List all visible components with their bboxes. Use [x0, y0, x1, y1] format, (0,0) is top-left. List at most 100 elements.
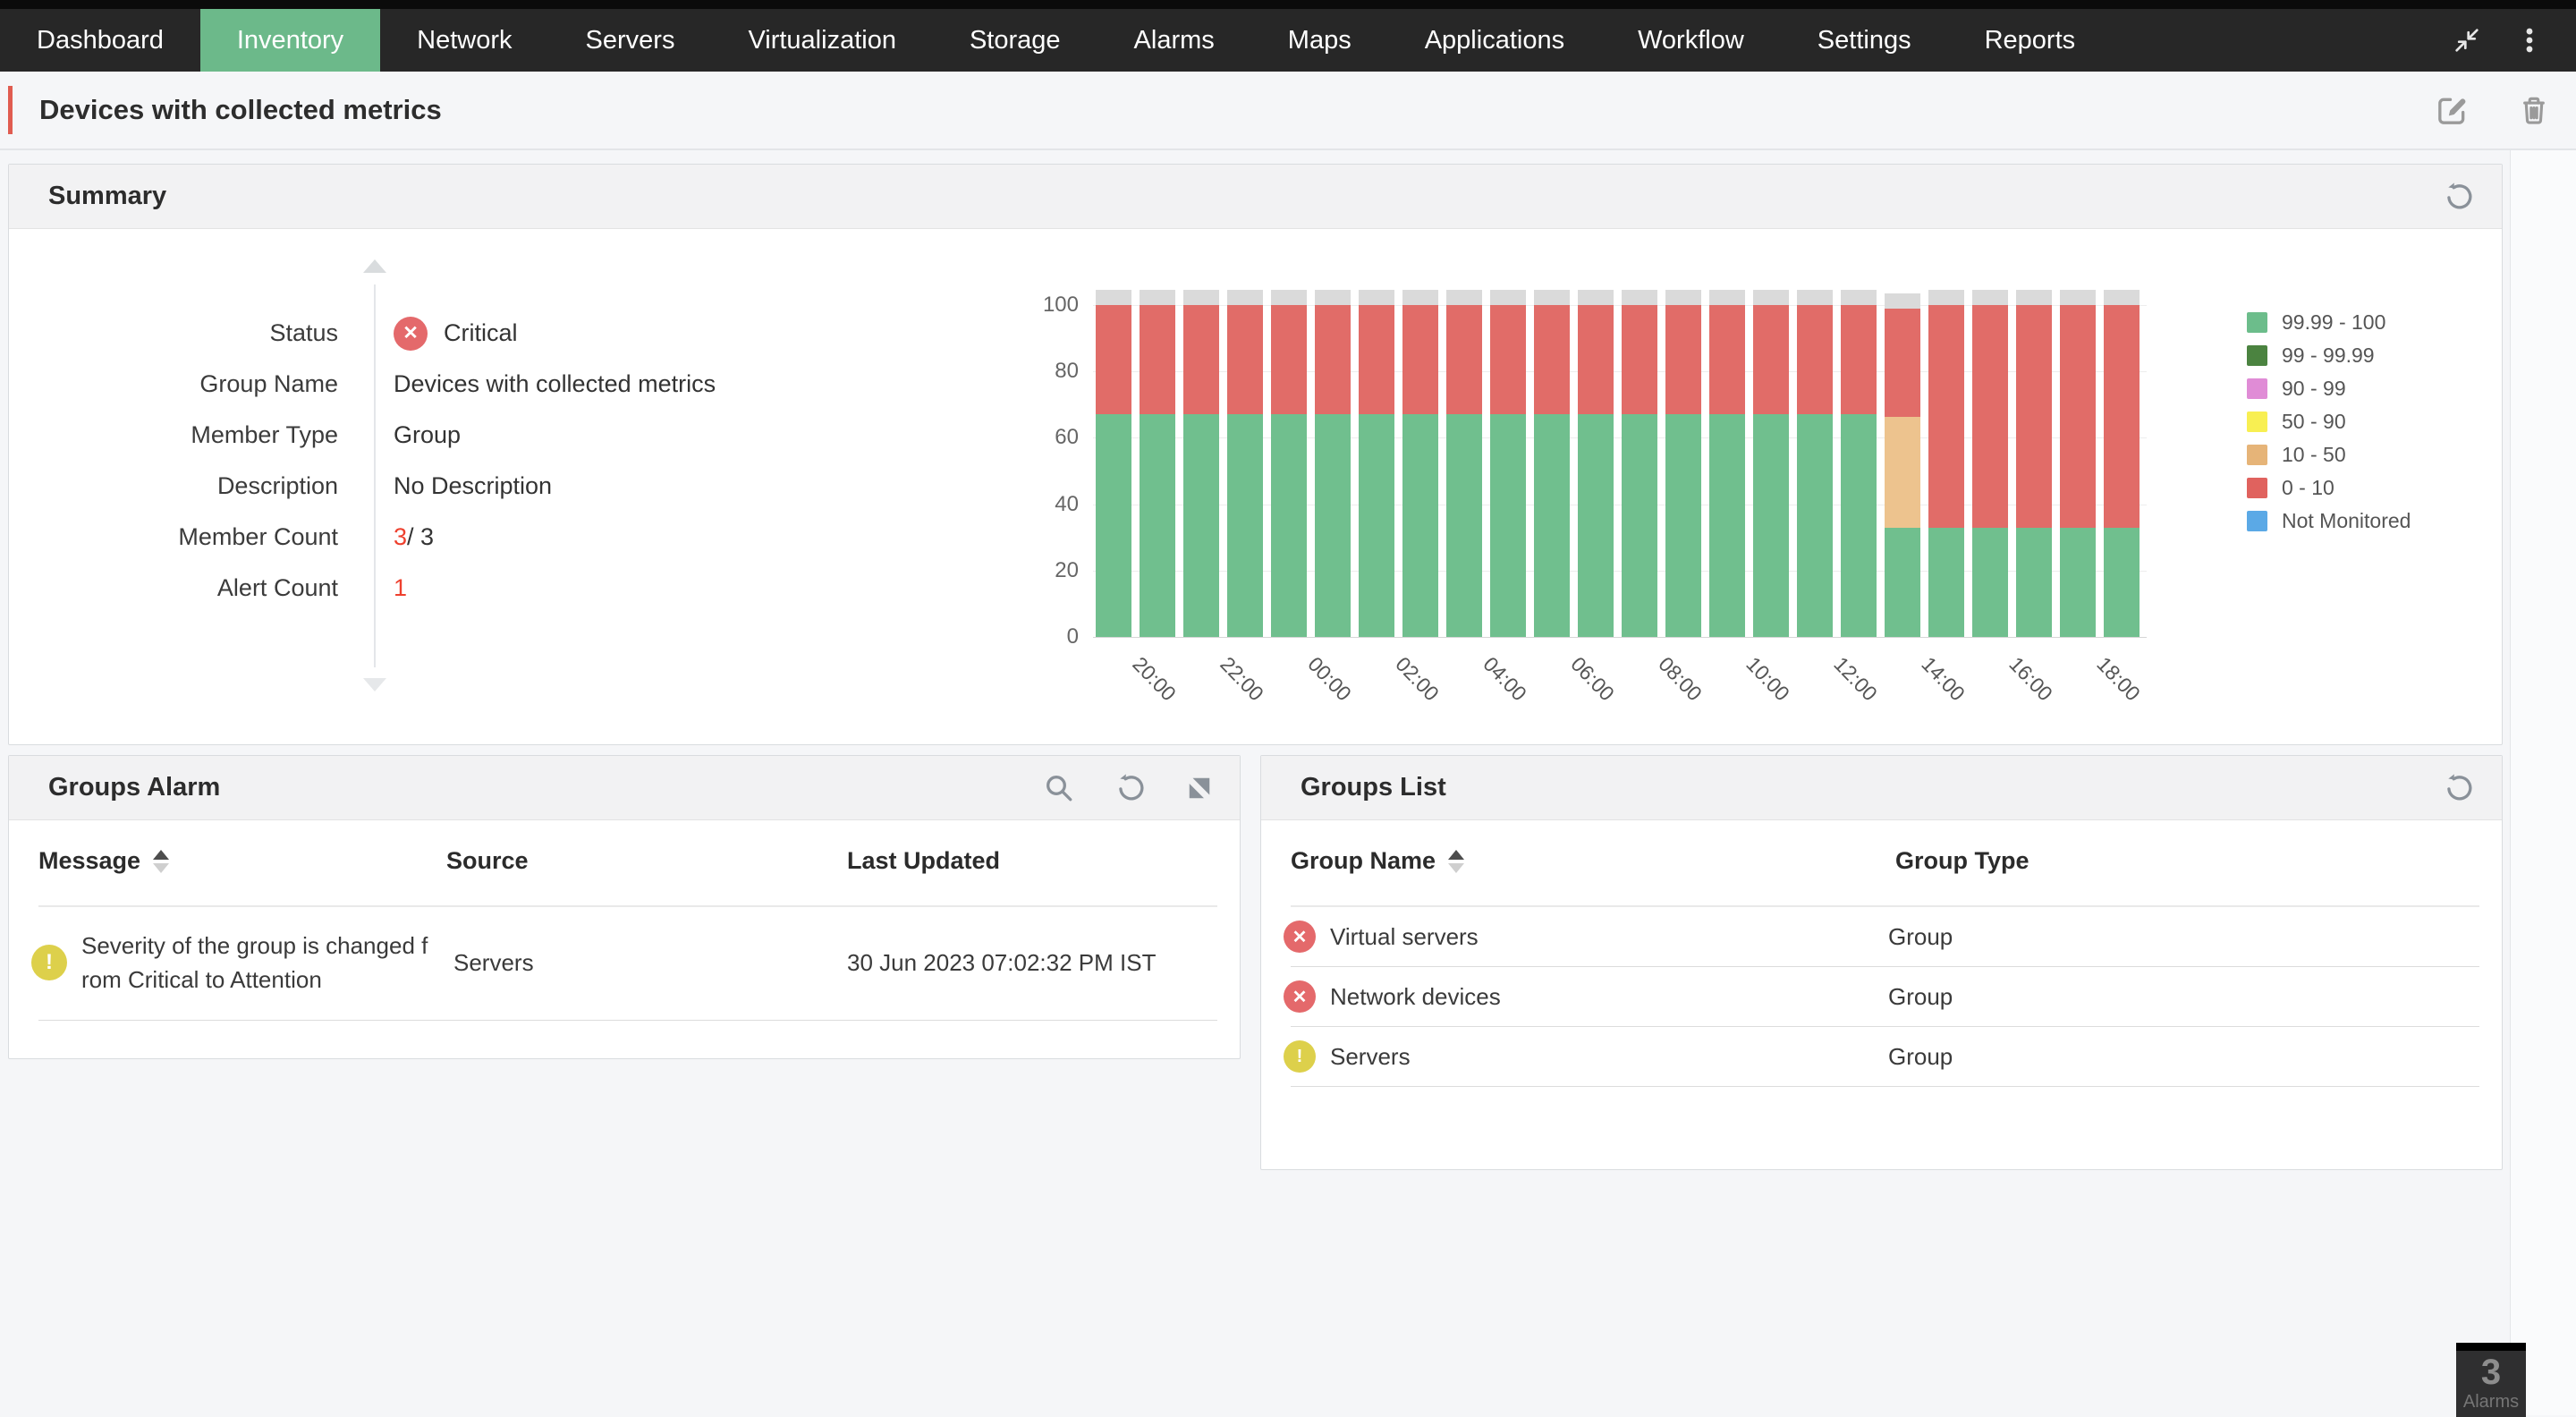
bottom-row: Groups Alarm — [8, 755, 2510, 1170]
groups-list-title: Groups List — [1301, 773, 1446, 802]
group-type: Group — [1888, 1043, 2502, 1071]
nav-tab-dashboard[interactable]: Dashboard — [0, 9, 200, 72]
x-tick-label: 08:00 — [1654, 652, 1707, 706]
content-area: Summary — [0, 150, 2576, 1415]
nav-tab-storage[interactable]: Storage — [933, 9, 1097, 72]
nav-tab-applications[interactable]: Applications — [1388, 9, 1601, 72]
bar-cap-segment — [1359, 290, 1394, 305]
value-part: 3 — [394, 523, 407, 551]
edit-icon[interactable] — [2435, 92, 2470, 128]
bar-cap-segment — [1490, 290, 1526, 305]
bar-03:00 — [1446, 290, 1482, 637]
group-type: Group — [1888, 923, 2502, 951]
y-tick-label: 80 — [1055, 359, 1079, 384]
nav-tab-maps[interactable]: Maps — [1251, 9, 1388, 72]
group-row-servers[interactable]: ! Servers Group — [1261, 1027, 2502, 1086]
value-part: 1 — [394, 574, 407, 602]
bar-segment-99-99-100 — [2104, 528, 2140, 637]
scroll-down-icon[interactable] — [363, 678, 386, 692]
bar-segment-0-10 — [1490, 305, 1526, 414]
group-header-col-group-type: Group Type — [1895, 847, 2502, 875]
x-tick-label: 18:00 — [2092, 652, 2145, 706]
bar-segment-99-99-100 — [1227, 414, 1263, 637]
bar-11:00 — [1797, 290, 1833, 637]
group-name[interactable]: Virtual servers — [1330, 923, 1479, 951]
nav-tab-workflow[interactable]: Workflow — [1601, 9, 1781, 72]
title-accent — [8, 86, 13, 134]
bar-19:00 — [1096, 290, 1131, 637]
attention-severity-icon: ! — [1284, 1040, 1316, 1073]
y-tick-label: 100 — [1043, 293, 1079, 318]
groups-list-rows: ✕Virtual serversGroup✕Network devicesGro… — [1261, 907, 2502, 1087]
x-tick-label: 12:00 — [1829, 652, 1882, 706]
alarms-badge[interactable]: 3 Alarms — [2456, 1343, 2526, 1417]
legend-label: 99 - 99.99 — [2282, 344, 2375, 368]
alarm-row[interactable]: !Severity of the group is changed from C… — [9, 907, 1240, 1020]
legend-swatch — [2247, 345, 2267, 366]
group-name[interactable]: Servers — [1330, 1043, 1411, 1071]
alarm-message[interactable]: Severity of the group is changed from Cr… — [81, 929, 432, 997]
legend-label: 99.99 - 100 — [2282, 310, 2385, 335]
page-title: Devices with collected metrics — [39, 94, 442, 126]
nav-tab-servers[interactable]: Servers — [549, 9, 712, 72]
kebab-menu-icon[interactable] — [2513, 24, 2546, 56]
nav-tab-virtualization[interactable]: Virtualization — [711, 9, 933, 72]
bar-21:00 — [1183, 290, 1219, 637]
x-tick-label: 16:00 — [2004, 652, 2057, 706]
legend-label: 50 - 90 — [2282, 410, 2346, 434]
bar-00:00 — [1315, 290, 1351, 637]
refresh-icon[interactable] — [2443, 181, 2475, 213]
bar-cap-segment — [1578, 290, 1614, 305]
bar-segment-0-10 — [1841, 305, 1877, 414]
nav-tab-reports[interactable]: Reports — [1948, 9, 2113, 72]
group-row-network-devices[interactable]: ✕Network devicesGroup — [1261, 967, 2502, 1026]
summary-field-member-type: Member TypeGroup — [9, 410, 1011, 461]
nav-tab-network[interactable]: Network — [380, 9, 548, 72]
refresh-icon[interactable] — [2443, 772, 2475, 804]
y-tick-label: 60 — [1055, 425, 1079, 450]
popout-icon[interactable] — [1186, 775, 1213, 802]
legend-item-90-99: 90 - 99 — [2247, 372, 2411, 405]
status-text: Critical — [444, 319, 518, 347]
y-tick-label: 20 — [1055, 558, 1079, 583]
bar-segment-0-10 — [1183, 305, 1219, 414]
bar-cap-segment — [1534, 290, 1570, 305]
bar-cap-segment — [1446, 290, 1482, 305]
bar-cap-segment — [1841, 290, 1877, 305]
bar-segment-99-99-100 — [1140, 414, 1175, 637]
nav-tab-inventory[interactable]: Inventory — [200, 9, 380, 72]
bar-segment-99-99-100 — [1665, 414, 1701, 637]
legend-label: 90 - 99 — [2282, 377, 2346, 401]
bar-12:00 — [1841, 290, 1877, 637]
group-name[interactable]: Network devices — [1330, 983, 1501, 1011]
bar-cap-segment — [1227, 290, 1263, 305]
sort-icon[interactable] — [1448, 850, 1464, 873]
collapse-icon[interactable] — [2451, 24, 2483, 56]
alarm-header-col-message[interactable]: Message — [38, 847, 446, 875]
bar-cap-segment — [1797, 290, 1833, 305]
x-tick-label: 04:00 — [1479, 652, 1531, 706]
bar-segment-99-99-100 — [1096, 414, 1131, 637]
group-row-virtual-servers[interactable]: ✕Virtual serversGroup — [1261, 907, 2502, 966]
nav-tabs: DashboardInventoryNetworkServersVirtuali… — [0, 9, 2112, 72]
summary-panel: Summary — [8, 164, 2503, 745]
delete-icon[interactable] — [2517, 93, 2551, 127]
bar-segment-0-10 — [1446, 305, 1482, 414]
search-icon[interactable] — [1043, 772, 1075, 804]
legend-swatch — [2247, 378, 2267, 399]
group-header-col-group-name[interactable]: Group Name — [1291, 847, 1895, 875]
bar-cap-segment — [1709, 290, 1745, 305]
bar-segment-99-99-100 — [1709, 414, 1745, 637]
bar-22:00 — [1227, 290, 1263, 637]
sort-icon[interactable] — [153, 850, 169, 873]
refresh-icon[interactable] — [1114, 772, 1147, 804]
group-type: Group — [1888, 983, 2502, 1011]
nav-tab-alarms[interactable]: Alarms — [1097, 9, 1251, 72]
scroll-up-icon[interactable] — [363, 259, 386, 273]
bar-cap-segment — [2060, 290, 2096, 305]
nav-tab-settings[interactable]: Settings — [1781, 9, 1948, 72]
bar-segment-99-99-100 — [1446, 414, 1482, 637]
bar-segment-0-10 — [1359, 305, 1394, 414]
legend-label: Not Monitored — [2282, 509, 2411, 533]
bar-17:00 — [2060, 290, 2096, 637]
